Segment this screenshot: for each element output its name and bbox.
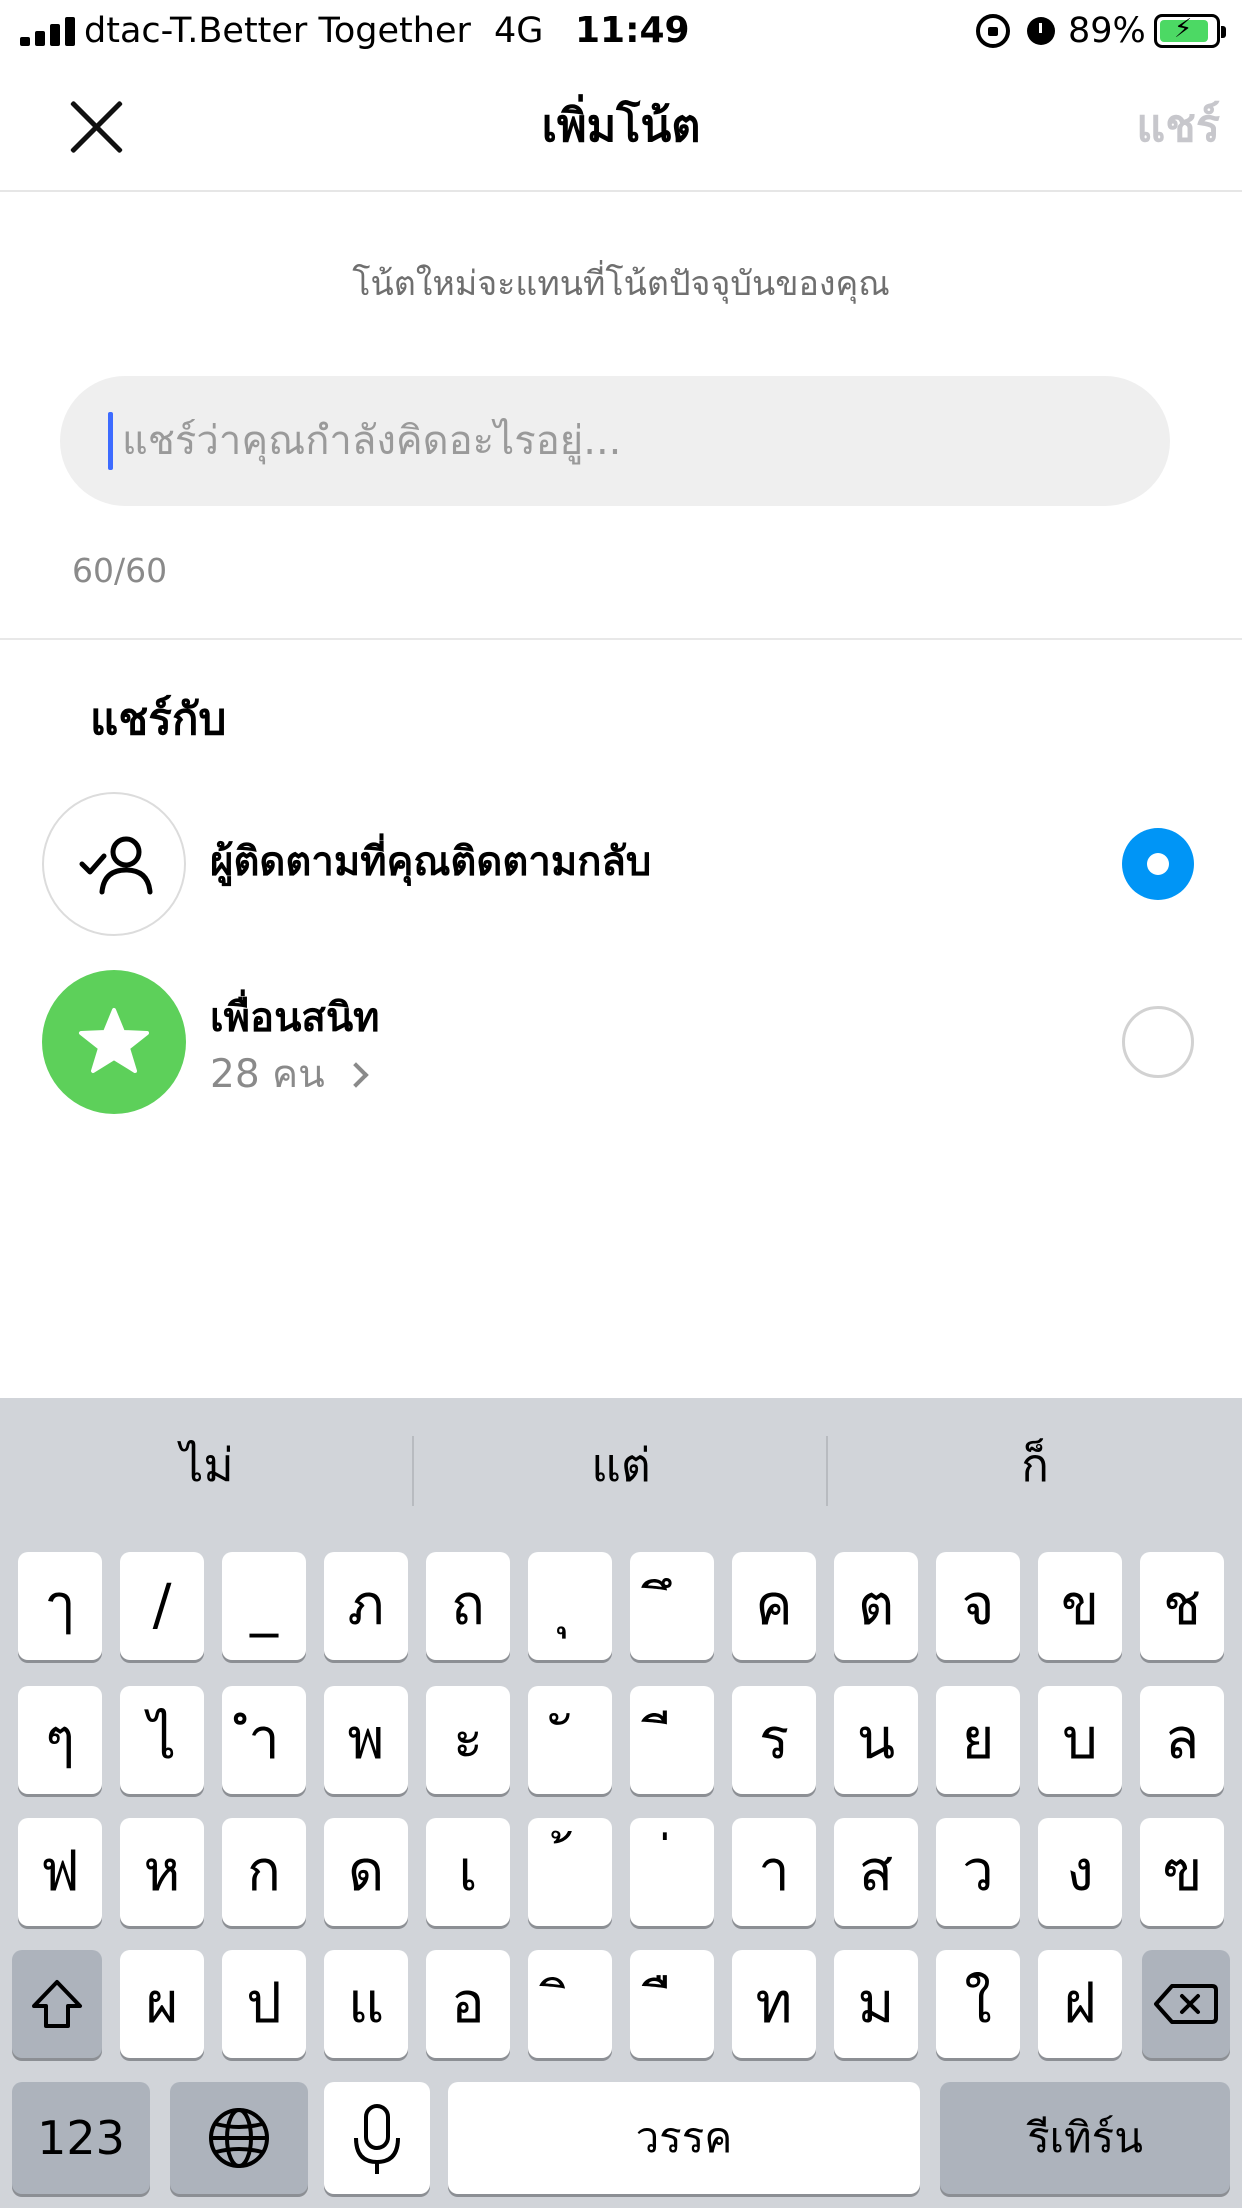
close-icon[interactable] xyxy=(58,88,134,164)
option-label: ผู้ติดตามที่คุณติดตามกลับ xyxy=(210,839,652,885)
letter-key[interactable]: ี xyxy=(630,1686,714,1794)
backspace-key[interactable] xyxy=(1142,1950,1230,2058)
letter-key[interactable]: า xyxy=(732,1818,816,1926)
letter-key[interactable]: ย xyxy=(936,1686,1020,1794)
suggestion-item[interactable]: แต่ xyxy=(414,1430,828,1500)
close-friends-count: 28 คน xyxy=(210,1052,325,1097)
suggestion-item[interactable]: ก็ xyxy=(828,1430,1242,1500)
network-type: 4G xyxy=(494,11,544,51)
space-key[interactable]: วรรค xyxy=(448,2082,920,2194)
letter-key[interactable]: ต xyxy=(834,1552,918,1660)
status-bar: dtac-T.Better Together 4G 11:49 89% xyxy=(0,0,1242,62)
globe-icon[interactable] xyxy=(170,2082,308,2194)
letter-key[interactable]: ะ xyxy=(426,1686,510,1794)
letter-key[interactable]: ิ xyxy=(528,1950,612,2058)
letter-key[interactable]: ๆ xyxy=(18,1686,102,1794)
letter-key[interactable]: ข xyxy=(1038,1552,1122,1660)
carrier-name: dtac-T.Better Together xyxy=(84,11,471,51)
signal-icon xyxy=(20,16,78,46)
battery-icon xyxy=(1154,14,1226,48)
letter-key[interactable]: ผ xyxy=(120,1950,204,2058)
letter-key[interactable]: ฟ xyxy=(18,1818,102,1926)
suggestion-item[interactable]: ไม่ xyxy=(0,1430,414,1500)
letter-key[interactable]: ึ xyxy=(630,1552,714,1660)
letter-key[interactable]: ๅ xyxy=(18,1552,102,1660)
radio-unselected[interactable] xyxy=(1122,1006,1194,1078)
letter-key[interactable]: น xyxy=(834,1686,918,1794)
letter-key[interactable]: ท xyxy=(732,1950,816,2058)
letter-key[interactable]: ด xyxy=(324,1818,408,1926)
keyboard: ไม่ แต่ ก็ ๅ/_ภถุึคตจขชๆไำพะัีรนยบลฟหกดเ… xyxy=(0,1398,1242,2208)
replace-note-hint: โน้ตใหม่จะแทนที่โน้ตปัจจุบันของคุณ xyxy=(352,264,890,304)
letter-key[interactable]: ื xyxy=(630,1950,714,2058)
option-label: เพื่อนสนิท xyxy=(210,995,380,1041)
letter-key[interactable]: ก xyxy=(222,1818,306,1926)
letter-key[interactable]: ล xyxy=(1140,1686,1224,1794)
battery-percent: 89% xyxy=(1068,11,1146,51)
note-input[interactable] xyxy=(114,376,1134,506)
letter-key[interactable]: ใ xyxy=(936,1950,1020,2058)
letter-key[interactable]: เ xyxy=(426,1818,510,1926)
chevron-right-icon xyxy=(343,1062,369,1088)
letter-key[interactable]: บ xyxy=(1038,1686,1122,1794)
text-cursor xyxy=(108,412,113,470)
letter-key[interactable]: ้ xyxy=(528,1818,612,1926)
letter-key[interactable]: ห xyxy=(120,1818,204,1926)
close-friends-count-link[interactable]: 28 คน xyxy=(210,1048,369,1102)
letter-key[interactable]: _ xyxy=(222,1552,306,1660)
shift-key[interactable] xyxy=(12,1950,102,2058)
suggestion-bar: ไม่ แต่ ก็ xyxy=(0,1398,1242,1538)
star-icon xyxy=(42,970,186,1114)
letter-key[interactable]: ช xyxy=(1140,1552,1224,1660)
share-with-title: แชร์กับ xyxy=(90,694,227,745)
letter-key[interactable]: / xyxy=(120,1552,204,1660)
letter-key[interactable]: อ xyxy=(426,1950,510,2058)
nav-bar: เพิ่มโน้ต แชร์ xyxy=(0,62,1242,192)
letter-key[interactable]: ค xyxy=(732,1552,816,1660)
followers-check-icon xyxy=(42,792,186,936)
letter-key[interactable]: ส xyxy=(834,1818,918,1926)
letter-key[interactable]: ฝ xyxy=(1038,1950,1122,2058)
character-counter: 60/60 xyxy=(72,551,168,590)
letter-key[interactable]: แ xyxy=(324,1950,408,2058)
microphone-icon[interactable] xyxy=(324,2082,430,2194)
letter-key[interactable]: ไ xyxy=(120,1686,204,1794)
note-input-container[interactable] xyxy=(60,376,1170,506)
letter-key[interactable]: ถ xyxy=(426,1552,510,1660)
status-time: 11:49 xyxy=(575,10,690,51)
letter-key[interactable]: ง xyxy=(1038,1818,1122,1926)
alarm-icon xyxy=(1024,12,1058,48)
letter-key[interactable]: ป xyxy=(222,1950,306,2058)
numbers-key[interactable]: 123 xyxy=(12,2082,150,2194)
option-close-friends[interactable]: เพื่อนสนิท 28 คน xyxy=(0,966,1242,1116)
radio-selected[interactable] xyxy=(1122,828,1194,900)
share-button[interactable]: แชร์ xyxy=(1090,96,1220,156)
letter-key[interactable]: ั xyxy=(528,1686,612,1794)
letter-key[interactable]: ม xyxy=(834,1950,918,2058)
letter-key[interactable]: ุ xyxy=(528,1552,612,1660)
letter-key[interactable]: ร xyxy=(732,1686,816,1794)
option-followers-you-follow-back[interactable]: ผู้ติดตามที่คุณติดตามกลับ xyxy=(0,788,1242,938)
divider xyxy=(0,638,1242,640)
letter-key[interactable]: ำ xyxy=(222,1686,306,1794)
letter-key[interactable]: ว xyxy=(936,1818,1020,1926)
page-title: เพิ่มโน้ต xyxy=(541,99,701,152)
letter-key[interactable]: ฃ xyxy=(1140,1818,1224,1926)
orientation-lock-icon xyxy=(976,14,1010,48)
letter-key[interactable]: ภ xyxy=(324,1552,408,1660)
letter-key[interactable]: จ xyxy=(936,1552,1020,1660)
letter-key[interactable]: พ xyxy=(324,1686,408,1794)
return-key[interactable]: รีเทิร์น xyxy=(940,2082,1230,2194)
letter-key[interactable]: ่ xyxy=(630,1818,714,1926)
